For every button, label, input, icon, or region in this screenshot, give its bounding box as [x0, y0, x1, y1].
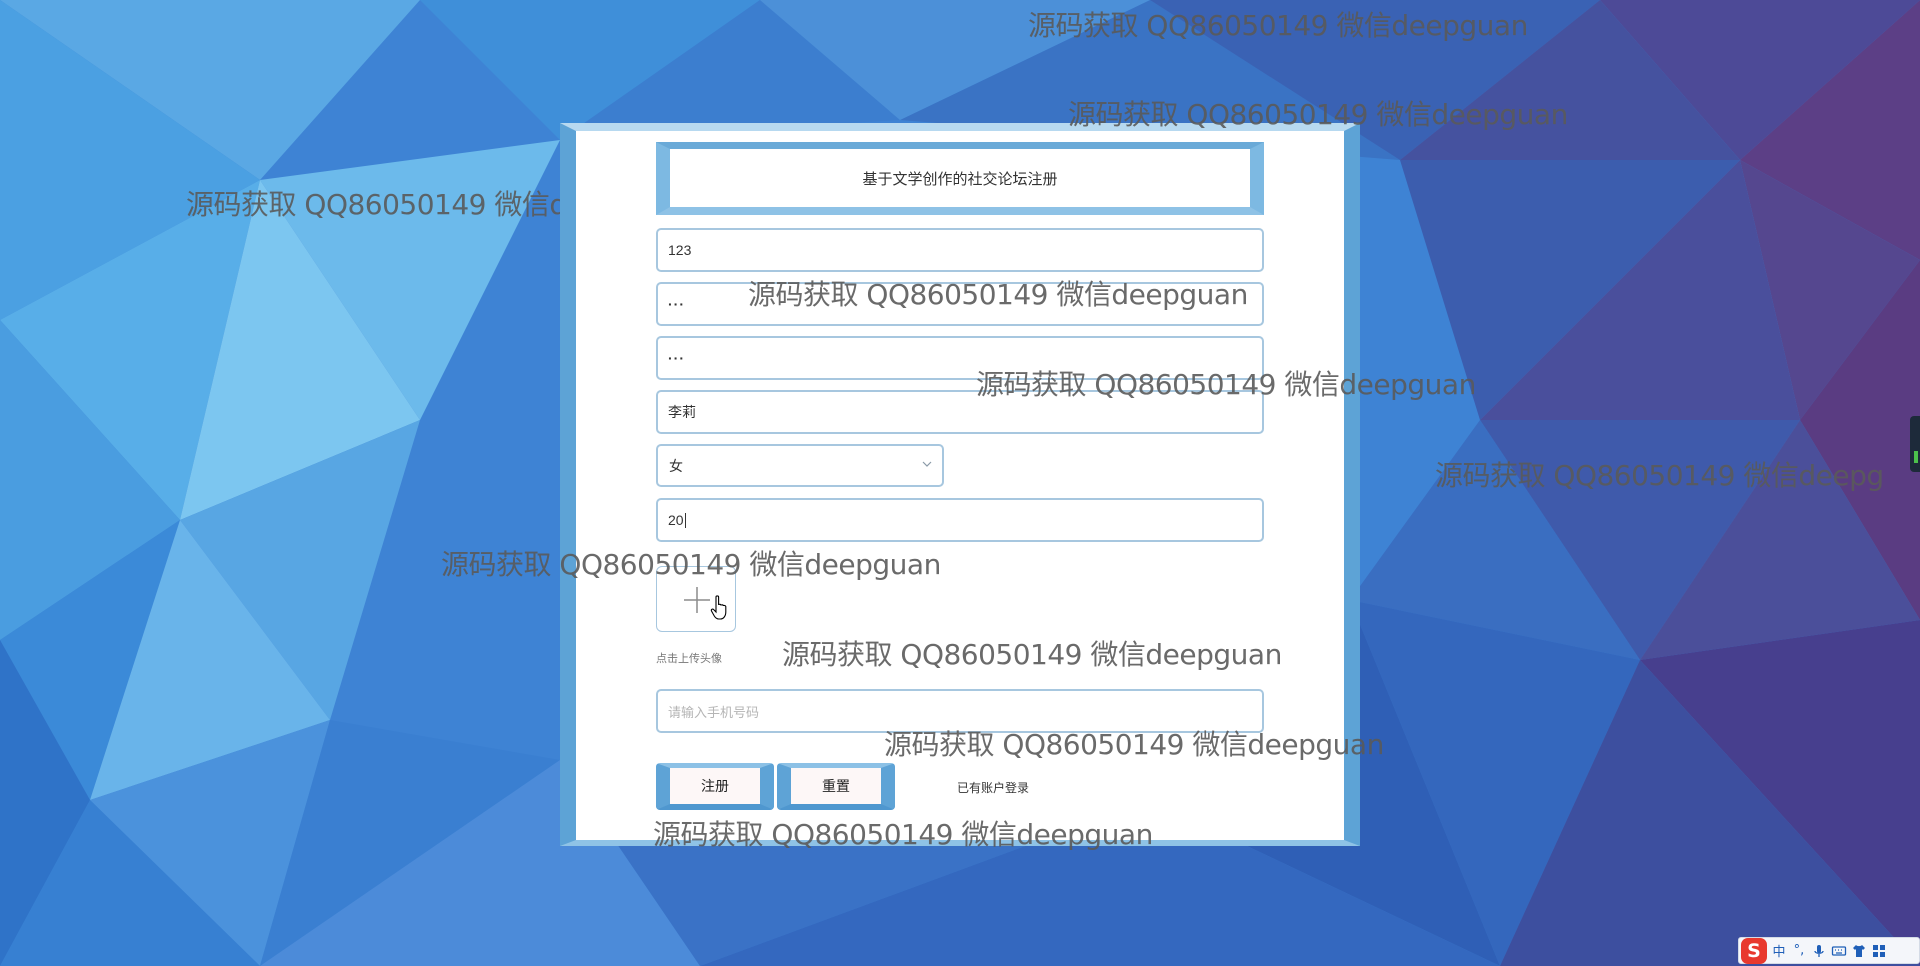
ime-toolbar: S 中 °,	[1738, 937, 1920, 964]
skin-icon[interactable]	[1851, 943, 1867, 959]
form-title: 基于文学创作的社交论坛注册	[862, 170, 1058, 188]
watermark: 源码获取 QQ86050149 微信deepguan	[884, 728, 1384, 761]
chevron-down-icon	[922, 461, 932, 467]
watermark: 源码获取 QQ86050149 微信deepguan	[653, 818, 1153, 851]
watermark: 源码获取 QQ86050149 微信deepguan	[1068, 98, 1568, 131]
toolbox-icon[interactable]	[1871, 943, 1887, 959]
register-button[interactable]: 注册	[656, 763, 774, 810]
microphone-icon[interactable]	[1811, 943, 1827, 959]
gender-select-value: 女	[669, 457, 683, 474]
watermark: 源码获取 QQ86050149 微信deepguan	[441, 548, 941, 581]
username-input[interactable]: 123	[656, 228, 1264, 272]
watermark: 源码获取 QQ86050149 微信deepguan	[782, 638, 1282, 671]
reset-button[interactable]: 重置	[777, 763, 895, 810]
ime-punctuation-toggle[interactable]: °,	[1791, 943, 1807, 958]
watermark: 源码获取 QQ86050149 微信deepguan	[748, 278, 1248, 311]
age-input[interactable]: 20	[656, 498, 1264, 542]
text-caret	[684, 512, 686, 528]
login-link[interactable]: 已有账户登录	[957, 779, 1029, 796]
keyboard-icon[interactable]	[1831, 943, 1847, 959]
sogou-logo-icon[interactable]: S	[1741, 937, 1767, 964]
hand-cursor-icon	[710, 595, 727, 620]
handle-indicator	[1914, 451, 1918, 463]
ime-language-toggle[interactable]: 中	[1771, 941, 1787, 960]
age-input-value: 20	[668, 512, 684, 528]
watermark: 源码获取 QQ86050149 微信deepguan	[976, 368, 1476, 401]
watermark: 源码获取 QQ86050149 微信deepguan	[1028, 9, 1528, 42]
upload-hint: 点击上传头像	[656, 653, 722, 665]
form-title-box: 基于文学创作的社交论坛注册	[656, 142, 1264, 215]
side-panel-handle[interactable]	[1910, 416, 1920, 472]
watermark: 源码获取 QQ86050149 微信deepg	[1435, 459, 1884, 492]
gender-select[interactable]: 女	[656, 444, 944, 487]
